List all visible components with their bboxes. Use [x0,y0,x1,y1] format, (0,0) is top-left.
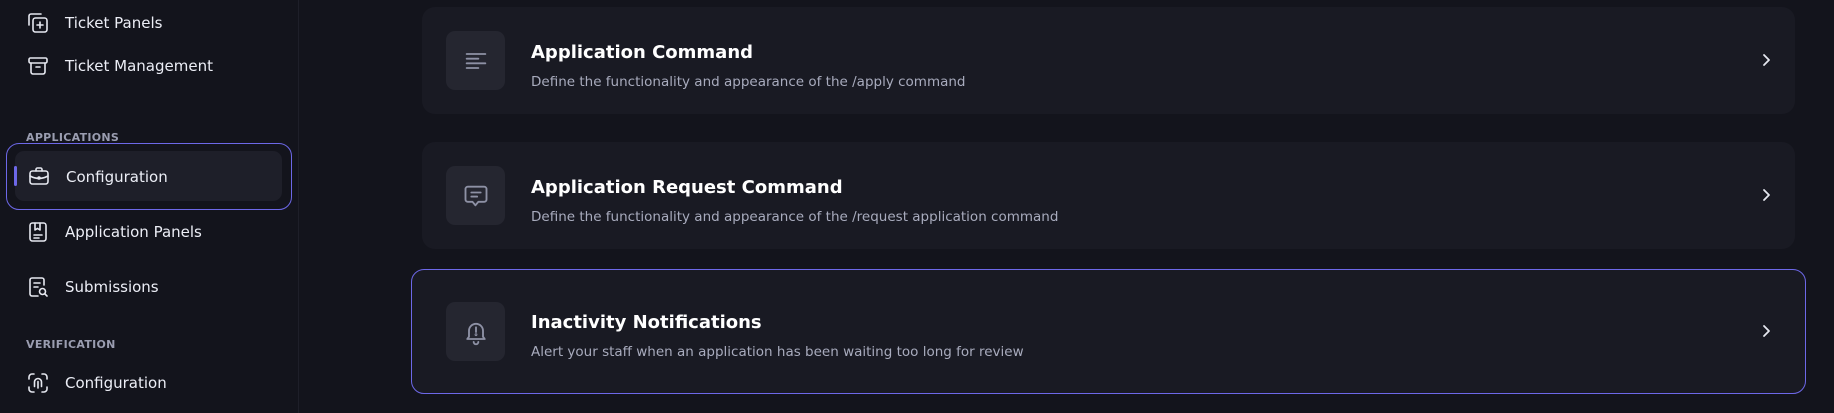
bell-alert-icon [446,302,505,361]
sidebar-item-verification-configuration[interactable]: Configuration [14,358,284,408]
chevron-right-icon [1757,322,1775,340]
chevron-right-icon [1757,51,1775,69]
main-content: Application Command Define the functiona… [300,0,1834,413]
text-lines-icon [446,31,505,90]
sidebar-item-applications-configuration[interactable]: Configuration [6,143,292,210]
sidebar-item-label: Submissions [65,278,159,296]
sidebar: Ticket Panels Ticket Management APPLICAT… [0,0,299,413]
card-application-command[interactable]: Application Command Define the functiona… [422,7,1795,114]
card-description: Define the functionality and appearance … [531,74,966,90]
document-search-icon [26,275,50,299]
fingerprint-icon [26,371,50,395]
card-title: Application Command [531,42,754,63]
sidebar-item-label: Ticket Panels [65,14,163,32]
ticket-panels-icon [26,11,50,35]
card-inactivity-notifications[interactable]: Inactivity Notifications Alert your staf… [411,269,1806,394]
chevron-right-icon [1757,186,1775,204]
archive-box-icon [26,54,50,78]
sidebar-item-ticket-management[interactable]: Ticket Management [14,41,284,91]
sidebar-item-submissions[interactable]: Submissions [14,262,284,312]
briefcase-icon [27,164,51,188]
card-description: Alert your staff when an application has… [531,344,1024,360]
bookmark-document-icon [26,220,50,244]
sidebar-item-label: Configuration [66,167,168,186]
card-description: Define the functionality and appearance … [531,209,1059,225]
card-title: Inactivity Notifications [531,312,762,333]
card-application-request-command[interactable]: Application Request Command Define the f… [422,142,1795,249]
active-indicator [14,166,17,186]
sidebar-item-label: Configuration [65,374,167,392]
sidebar-item-label: Ticket Management [65,57,213,75]
card-title: Application Request Command [531,177,843,198]
chat-bubble-icon [446,166,505,225]
section-label-verification: VERIFICATION [26,338,116,351]
sidebar-item-label: Application Panels [65,223,202,241]
sidebar-item-application-panels[interactable]: Application Panels [14,207,284,257]
